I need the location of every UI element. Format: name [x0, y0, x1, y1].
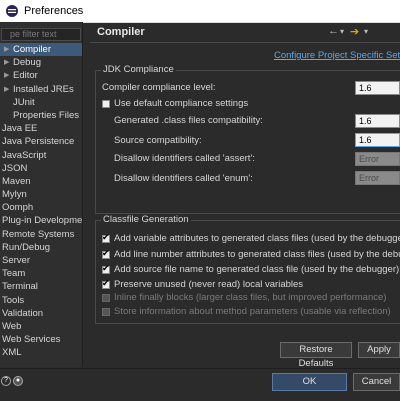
- sidebar-item-label: Compiler: [13, 44, 52, 55]
- sidebar-item-label: JUnit: [13, 96, 35, 108]
- sidebar-item-label: Properties Files E: [13, 109, 82, 121]
- expand-arrow-icon[interactable]: ▶: [4, 69, 9, 82]
- classfile-option-checkbox[interactable]: [102, 308, 110, 316]
- sidebar-item-label: Plug-in Developmer: [2, 215, 82, 227]
- classfile-option-label: Add source file name to generated class …: [114, 264, 400, 275]
- classfile-option-label: Inline finally blocks (larger class file…: [114, 292, 387, 303]
- sidebar-item-xml[interactable]: XML: [0, 346, 82, 359]
- forward-arrow-icon[interactable]: ➔: [350, 25, 359, 38]
- record-macro-icon[interactable]: ●: [13, 376, 23, 386]
- use-default-compliance-label: Use default compliance settings: [114, 98, 249, 109]
- sidebar-item-properties-files-e[interactable]: Properties Files E: [0, 109, 82, 122]
- classfile-option-label: Store information about method parameter…: [114, 306, 391, 317]
- sidebar-item-terminal[interactable]: Terminal: [0, 280, 82, 293]
- sidebar-item-editor[interactable]: ▶ Editor: [0, 69, 82, 82]
- sidebar-item-json[interactable]: JSON: [0, 162, 82, 175]
- window-titlebar: Preferences: [0, 0, 400, 23]
- filter-input[interactable]: pe filter text: [1, 28, 81, 41]
- compliance-level-label: Compiler compliance level:: [102, 82, 216, 93]
- sidebar-item-remote-systems[interactable]: Remote Systems: [0, 228, 82, 241]
- sidebar-item-compiler[interactable]: ▶ Compiler: [0, 43, 82, 57]
- sidebar-item-label: Terminal: [2, 281, 38, 293]
- disallow-assert-label: Disallow identifiers called 'assert':: [114, 153, 255, 164]
- sidebar-item-label: Remote Systems: [2, 228, 75, 240]
- disallow-assert-select[interactable]: Error: [355, 152, 400, 166]
- classfile-option-checkbox[interactable]: [102, 248, 110, 259]
- sidebar-item-label: Editor: [13, 70, 38, 82]
- page-title: Compiler: [97, 26, 145, 38]
- classfile-option-label: Preserve unused (never read) local varia…: [114, 279, 304, 290]
- sidebar-item-label: Maven: [2, 175, 31, 187]
- classfile-option-checkbox[interactable]: [102, 278, 110, 289]
- sidebar-item-label: Oomph: [2, 202, 34, 214]
- sidebar-item-label: Validation: [2, 307, 44, 319]
- generated-class-compat-label: Generated .class files compatibility:: [114, 115, 263, 126]
- sidebar-item-label: Java Persistence: [2, 136, 75, 148]
- sidebar-item-server[interactable]: Server: [0, 254, 82, 267]
- forward-dropdown-icon[interactable]: ▾: [364, 27, 368, 39]
- restore-defaults-button[interactable]: Restore Defaults: [280, 342, 352, 369]
- back-arrow-icon[interactable]: ←: [328, 25, 339, 37]
- sidebar-item-label: Server: [2, 255, 30, 266]
- source-compat-label: Source compatibility:: [114, 135, 202, 146]
- sidebar-item-label: Installed JREs: [13, 83, 74, 95]
- window-title: Preferences: [24, 5, 84, 17]
- sidebar-item-run-debug[interactable]: Run/Debug: [0, 241, 82, 254]
- sidebar-item-label: Web Services: [2, 334, 61, 346]
- classfile-option-checkbox[interactable]: [102, 294, 110, 302]
- sidebar-item-label: Web: [2, 320, 22, 332]
- expand-arrow-icon[interactable]: ▶: [4, 43, 9, 56]
- disallow-enum-select[interactable]: Error: [355, 171, 400, 185]
- use-default-compliance-checkbox[interactable]: [102, 100, 110, 108]
- sidebar-item-installed-jres[interactable]: ▶ Installed JREs: [0, 83, 82, 96]
- sidebar: pe filter text ▶ Compiler ▶ Debug ▶ Editor ▶ In…: [0, 22, 83, 367]
- help-icon[interactable]: ?: [1, 376, 11, 386]
- page-header: Compiler ← ▾ ➔ ▾: [90, 22, 400, 43]
- classfile-generation-legend: Classfile Generation: [101, 214, 191, 225]
- sidebar-item-maven[interactable]: Maven: [0, 175, 82, 188]
- sidebar-item-debug[interactable]: ▶ Debug: [0, 56, 82, 69]
- preference-tree: ▶ Compiler ▶ Debug ▶ Editor ▶ Installed JREs JUn…: [0, 43, 82, 360]
- sidebar-item-label: Mylyn: [2, 189, 27, 201]
- disallow-enum-label: Disallow identifiers called 'enum':: [114, 173, 253, 184]
- sidebar-item-label: Run/Debug: [2, 241, 51, 253]
- sidebar-item-label: Tools: [2, 294, 25, 306]
- jdk-compliance-legend: JDK Compliance: [101, 64, 176, 75]
- classfile-option-label: Add line number attributes to generated …: [114, 249, 400, 260]
- sidebar-item-web-services[interactable]: Web Services: [0, 333, 82, 346]
- sidebar-item-tools[interactable]: Tools: [0, 294, 82, 307]
- sidebar-item-mylyn[interactable]: Mylyn: [0, 188, 82, 201]
- generated-class-compat-select[interactable]: 1.6: [355, 114, 400, 128]
- expand-arrow-icon[interactable]: ▶: [4, 56, 9, 69]
- sidebar-item-javascript[interactable]: JavaScript: [0, 149, 82, 162]
- classfile-option-checkbox[interactable]: [102, 232, 110, 243]
- sidebar-item-team[interactable]: Team: [0, 267, 82, 280]
- sidebar-item-label: JavaScript: [2, 149, 47, 161]
- back-dropdown-icon[interactable]: ▾: [340, 27, 344, 39]
- expand-arrow-icon[interactable]: ▶: [4, 83, 9, 96]
- eclipse-icon: [6, 5, 18, 17]
- sidebar-item-junit[interactable]: JUnit: [0, 96, 82, 109]
- sidebar-item-java-ee[interactable]: Java EE: [0, 122, 82, 135]
- main-panel: Compiler ← ▾ ➔ ▾ Configure Project Speci…: [90, 22, 400, 369]
- sidebar-item-label: Java EE: [2, 123, 38, 135]
- sidebar-item-java-persistence[interactable]: Java Persistence: [0, 135, 82, 148]
- cancel-button[interactable]: Cancel: [353, 373, 400, 391]
- sidebar-item-validation[interactable]: Validation: [0, 307, 82, 320]
- dialog-footer: ? ● OK Cancel: [0, 368, 400, 401]
- apply-button[interactable]: Apply: [358, 342, 400, 358]
- source-compat-select[interactable]: 1.6: [355, 133, 400, 147]
- sidebar-item-oomph[interactable]: Oomph: [0, 201, 82, 214]
- classfile-option-label: Add variable attributes to generated cla…: [114, 233, 400, 244]
- sidebar-item-label: Debug: [13, 57, 41, 69]
- classfile-option-checkbox[interactable]: [102, 263, 110, 274]
- compliance-level-select[interactable]: 1.6: [355, 81, 400, 95]
- sidebar-item-label: Team: [2, 268, 26, 280]
- sidebar-item-label: XML: [2, 347, 22, 359]
- sidebar-item-plug-in-developmer[interactable]: Plug-in Developmer: [0, 214, 82, 227]
- ok-button[interactable]: OK: [272, 373, 347, 391]
- sidebar-item-web[interactable]: Web: [0, 320, 82, 333]
- configure-project-settings-link[interactable]: Configure Project Specific Settin: [274, 50, 400, 61]
- sidebar-item-label: JSON: [2, 162, 28, 174]
